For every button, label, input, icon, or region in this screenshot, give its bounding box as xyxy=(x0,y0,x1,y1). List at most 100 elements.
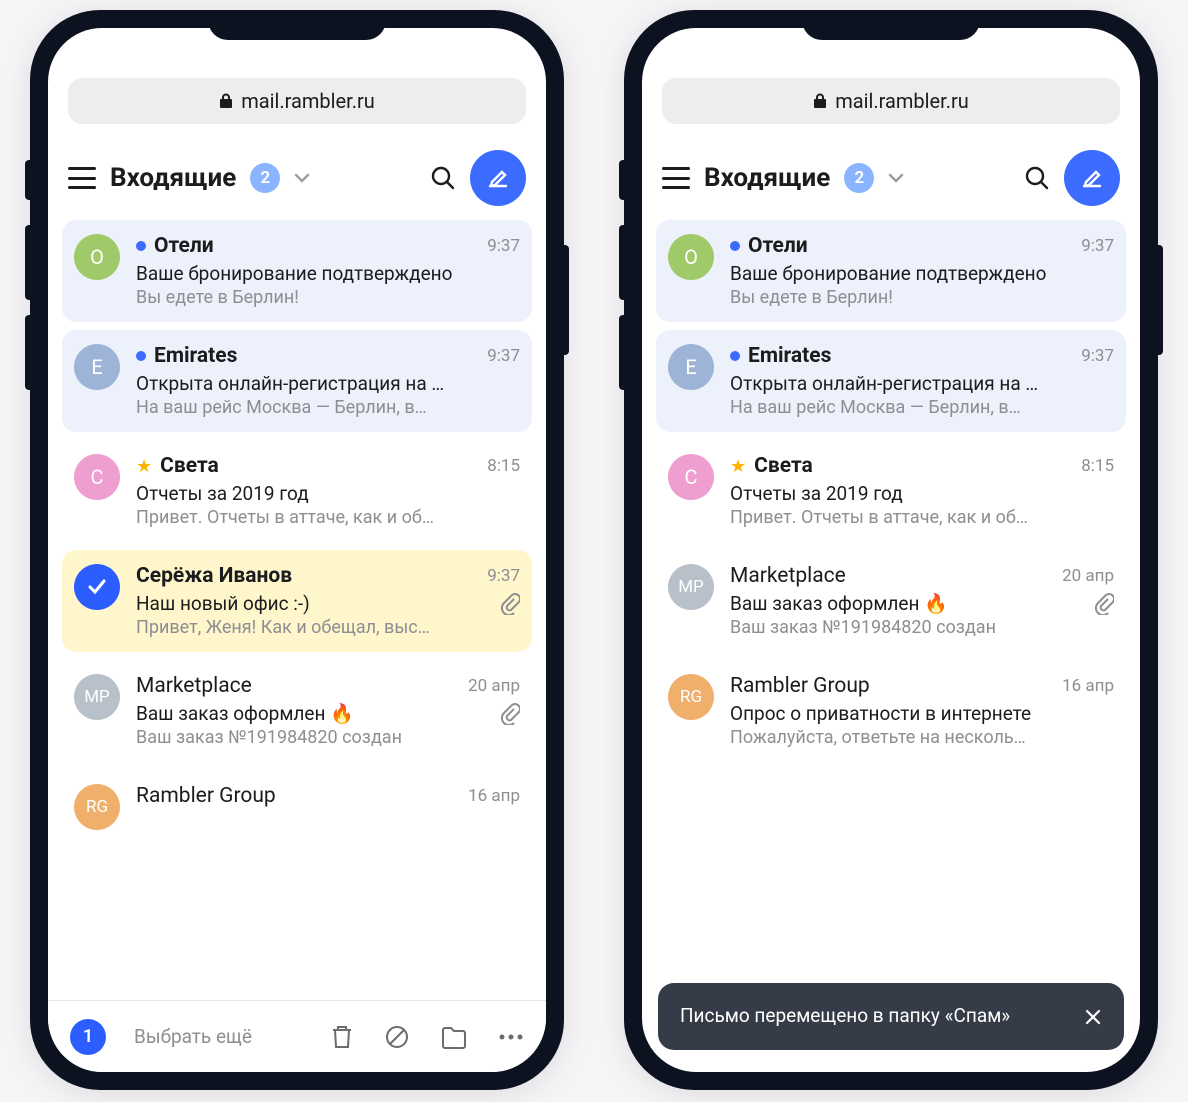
message-subject: Наш новый офис :-) xyxy=(136,592,520,615)
avatar-letter: RG xyxy=(680,687,702,707)
message-time: 9:37 xyxy=(487,236,520,256)
sender: Серёжа Иванов xyxy=(136,564,292,588)
avatar[interactable]: E xyxy=(74,344,120,390)
avatar-letter: О xyxy=(90,245,104,269)
lock-icon xyxy=(813,93,827,109)
subject-text: Опрос о приватности в интернете xyxy=(730,702,1031,725)
avatar[interactable]: E xyxy=(668,344,714,390)
unread-dot-icon xyxy=(730,351,740,361)
sender: Marketplace xyxy=(730,564,846,588)
more-button[interactable] xyxy=(498,1033,524,1041)
side-button xyxy=(619,225,624,300)
side-button xyxy=(25,160,30,200)
checkmark-avatar[interactable] xyxy=(74,564,120,610)
message-header-row: Отели9:37 xyxy=(136,234,520,258)
message-row[interactable]: С★Света8:15Отчеты за 2019 годПривет. Отч… xyxy=(656,440,1126,542)
menu-button[interactable] xyxy=(68,167,96,189)
avatar[interactable]: RG xyxy=(74,784,120,830)
message-time: 9:37 xyxy=(1081,346,1114,366)
side-button xyxy=(25,225,30,300)
selected-count[interactable]: 1 xyxy=(70,1019,106,1055)
message-row[interactable]: RG Rambler Group16 апр xyxy=(62,770,532,830)
message-time: 8:15 xyxy=(487,456,520,476)
select-more-button[interactable]: Выбрать ещё xyxy=(134,1025,252,1048)
close-icon xyxy=(1084,1008,1102,1026)
message-header-row: ★Света8:15 xyxy=(730,454,1114,478)
message-preview: Привет. Отчеты в аттаче, как и об… xyxy=(730,507,1114,528)
message-body: Rambler Group16 апрОпрос о приватности в… xyxy=(730,674,1114,748)
star-icon[interactable]: ★ xyxy=(730,456,746,477)
message-preview: Ваш заказ №191984820 создан xyxy=(136,727,520,748)
avatar[interactable]: О xyxy=(668,234,714,280)
menu-button[interactable] xyxy=(662,167,690,189)
notch xyxy=(208,10,386,40)
toast: Письмо перемещено в папку «Спам» xyxy=(658,983,1124,1050)
side-button xyxy=(564,245,569,355)
message-body: ★Света8:15Отчеты за 2019 годПривет. Отче… xyxy=(136,454,520,528)
message-body: Emirates9:37 Открыта онлайн-регистрация н… xyxy=(136,344,520,418)
url-bar[interactable]: mail.rambler.ru xyxy=(662,78,1120,124)
avatar[interactable]: RG xyxy=(668,674,714,720)
message-subject: Ваше бронирование подтверждено xyxy=(730,262,1114,285)
message-time: 16 апр xyxy=(468,786,520,806)
compose-button[interactable] xyxy=(470,150,526,206)
message-subject: Открыта онлайн-регистрация на … xyxy=(136,372,520,395)
message-time: 20 апр xyxy=(1062,566,1114,586)
delete-button[interactable] xyxy=(330,1024,354,1050)
unread-dot-icon xyxy=(136,241,146,251)
compose-button[interactable] xyxy=(1064,150,1120,206)
message-body: ★Света8:15Отчеты за 2019 годПривет. Отче… xyxy=(730,454,1114,528)
side-button xyxy=(619,160,624,200)
message-row[interactable]: E Emirates9:37 Открыта онлайн-регистрация … xyxy=(62,330,532,432)
sender: Света xyxy=(160,454,219,478)
message-row[interactable]: RG Rambler Group16 апрОпрос о приватности… xyxy=(656,660,1126,762)
message-header-row: Emirates9:37 xyxy=(136,344,520,368)
toast-close-button[interactable] xyxy=(1084,1008,1102,1026)
url-bar[interactable]: mail.rambler.ru xyxy=(68,78,526,124)
message-subject: Ваше бронирование подтверждено xyxy=(136,262,520,285)
message-body: Отели 9:37 Ваше бронирование подтвержденоВ… xyxy=(730,234,1114,308)
avatar[interactable]: MP xyxy=(668,564,714,610)
sender: Отели xyxy=(748,234,808,258)
chevron-down-icon[interactable] xyxy=(888,173,904,183)
subject-text: Ваше бронирование подтверждено xyxy=(136,262,452,285)
avatar[interactable]: MP xyxy=(74,674,120,720)
message-header-row: Emirates 9:37 xyxy=(730,344,1114,368)
sender: Света xyxy=(754,454,813,478)
message-time: 9:37 xyxy=(1081,236,1114,256)
spam-button[interactable] xyxy=(384,1024,410,1050)
phone-left: mail.rambler.ru Входящие 2 ООтели9:37Ваш… xyxy=(30,10,564,1090)
message-row[interactable]: С★Света8:15Отчеты за 2019 годПривет. Отч… xyxy=(62,440,532,542)
message-body: Rambler Group16 апр xyxy=(136,784,520,830)
sender: Emirates xyxy=(154,344,237,368)
message-preview: Вы едете в Берлин! xyxy=(730,287,1114,308)
message-row[interactable]: EEmirates9:37Открыта онлайн-регистрация … xyxy=(656,330,1126,432)
message-subject: Опрос о приватности в интернете xyxy=(730,702,1114,725)
avatar-letter: MP xyxy=(678,577,704,597)
avatar[interactable]: С xyxy=(74,454,120,500)
attachment-icon xyxy=(500,593,520,615)
subject-text: Наш новый офис :-) xyxy=(136,592,310,615)
avatar-letter: С xyxy=(684,465,697,489)
subject-text: Ваш заказ оформлен 🔥 xyxy=(730,592,948,615)
move-button[interactable] xyxy=(440,1025,468,1049)
message-row[interactable]: О Отели9:37 Ваше бронирование подтверждено… xyxy=(62,220,532,322)
message-row[interactable]: О Отели 9:37 Ваше бронирование подтверждено… xyxy=(656,220,1126,322)
message-header-row: Marketplace 20 апр xyxy=(730,564,1114,588)
message-subject: Отчеты за 2019 год xyxy=(730,482,1114,505)
search-button[interactable] xyxy=(1024,165,1050,191)
message-header-row: ★ Света 8:15 xyxy=(136,454,520,478)
search-button[interactable] xyxy=(430,165,456,191)
pencil-icon xyxy=(1079,165,1105,191)
avatar[interactable]: О xyxy=(74,234,120,280)
avatar[interactable]: С xyxy=(668,454,714,500)
inbox-header: Входящие 2 xyxy=(642,124,1140,220)
star-icon[interactable]: ★ xyxy=(136,456,152,477)
message-row[interactable]: Серёжа Иванов9:37Наш новый офис :-)Приве… xyxy=(62,550,532,652)
chevron-down-icon[interactable] xyxy=(294,173,310,183)
avatar-letter: E xyxy=(685,355,696,379)
message-row[interactable]: MPMarketplace20 апрВаш заказ оформлен 🔥В… xyxy=(62,660,532,762)
message-row[interactable]: MPMarketplace20 апрВаш заказ оформлен 🔥В… xyxy=(656,550,1126,652)
sender: Emirates xyxy=(748,344,831,368)
message-header-row: Marketplace20 апр xyxy=(136,674,520,698)
